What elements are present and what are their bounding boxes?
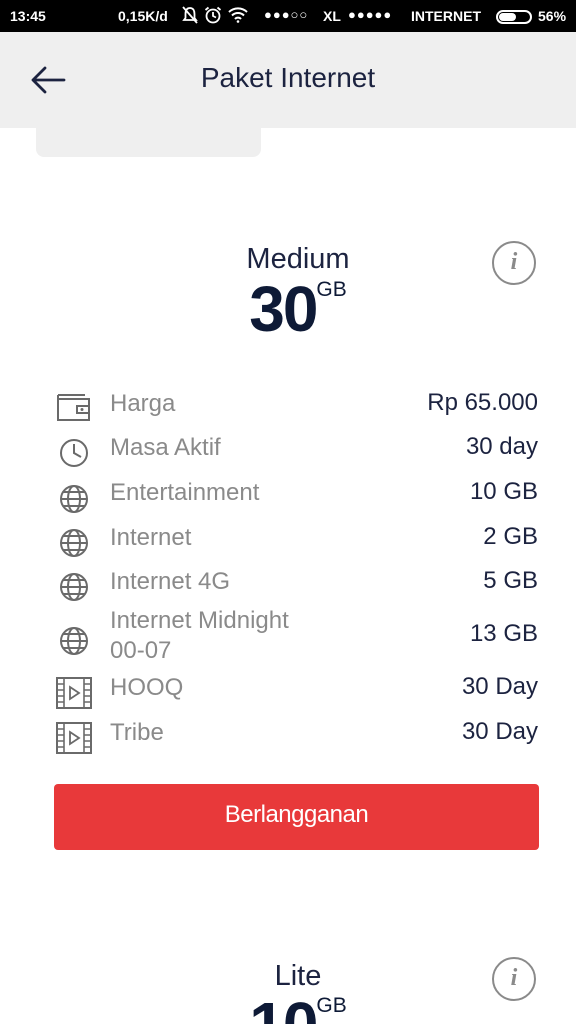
battery-icon bbox=[496, 10, 532, 24]
row-label: Masa Aktif bbox=[110, 434, 221, 461]
row-label: Internet Midnight 00-07 bbox=[110, 607, 289, 664]
package-size: 10GB bbox=[0, 988, 576, 1024]
subscribe-button[interactable]: Berlangganan bbox=[54, 784, 539, 850]
row-label: Internet bbox=[110, 524, 192, 551]
row-value: Rp 65.000 bbox=[427, 389, 538, 416]
row-label: Tribe bbox=[110, 719, 164, 746]
notifications-off-icon bbox=[182, 6, 198, 24]
row-label: HOOQ bbox=[110, 674, 184, 701]
globe-icon bbox=[60, 627, 88, 655]
globe-icon bbox=[60, 573, 88, 601]
row-label: Entertainment bbox=[110, 479, 260, 506]
signal-strength-sim2: ●●●●● bbox=[348, 7, 393, 22]
signal-strength-sim1: ●●●○○ bbox=[264, 7, 309, 22]
package-size-unit: GB bbox=[316, 278, 347, 301]
row-label: Internet 4G bbox=[110, 568, 231, 595]
row-value: 30 day bbox=[465, 433, 538, 460]
info-icon[interactable]: i bbox=[492, 957, 536, 1001]
row-value: 30 Day bbox=[461, 673, 538, 700]
globe-icon bbox=[60, 485, 88, 513]
row-value: 5 GB bbox=[483, 567, 538, 594]
clock-icon bbox=[60, 439, 88, 467]
battery-fill bbox=[499, 13, 516, 21]
package-size-unit: GB bbox=[316, 994, 347, 1017]
wallet-icon bbox=[57, 394, 90, 421]
row-value: 30 Day bbox=[461, 718, 538, 745]
alarm-icon bbox=[204, 6, 222, 24]
package-size: 30GB bbox=[0, 272, 576, 346]
row-value: 13 GB bbox=[469, 620, 538, 647]
status-speed: 0,15K/d bbox=[118, 8, 168, 24]
video-icon bbox=[56, 677, 92, 709]
row-label: Harga bbox=[110, 390, 176, 417]
row-value: 2 GB bbox=[483, 523, 538, 550]
page-title: Paket Internet bbox=[200, 62, 376, 93]
battery-percent: 56% bbox=[538, 8, 567, 24]
app-bar: Paket Internet bbox=[0, 32, 576, 128]
info-icon[interactable]: i bbox=[492, 241, 536, 285]
status-time: 13:45 bbox=[10, 8, 46, 24]
status-bar: 13:45 0,15K/d ●●●○○ XL ●●●●● INTERNET 56… bbox=[0, 0, 576, 32]
row-value: 10 GB bbox=[469, 478, 538, 505]
status-network: INTERNET bbox=[411, 8, 481, 24]
status-icons bbox=[182, 6, 248, 24]
video-icon bbox=[56, 722, 92, 754]
globe-icon bbox=[60, 529, 88, 557]
package-size-value: 30 bbox=[249, 273, 318, 345]
status-carrier: XL bbox=[323, 8, 341, 24]
wifi-icon bbox=[228, 7, 248, 23]
package-size-value: 10 bbox=[249, 989, 318, 1024]
previous-card-edge bbox=[36, 128, 261, 157]
